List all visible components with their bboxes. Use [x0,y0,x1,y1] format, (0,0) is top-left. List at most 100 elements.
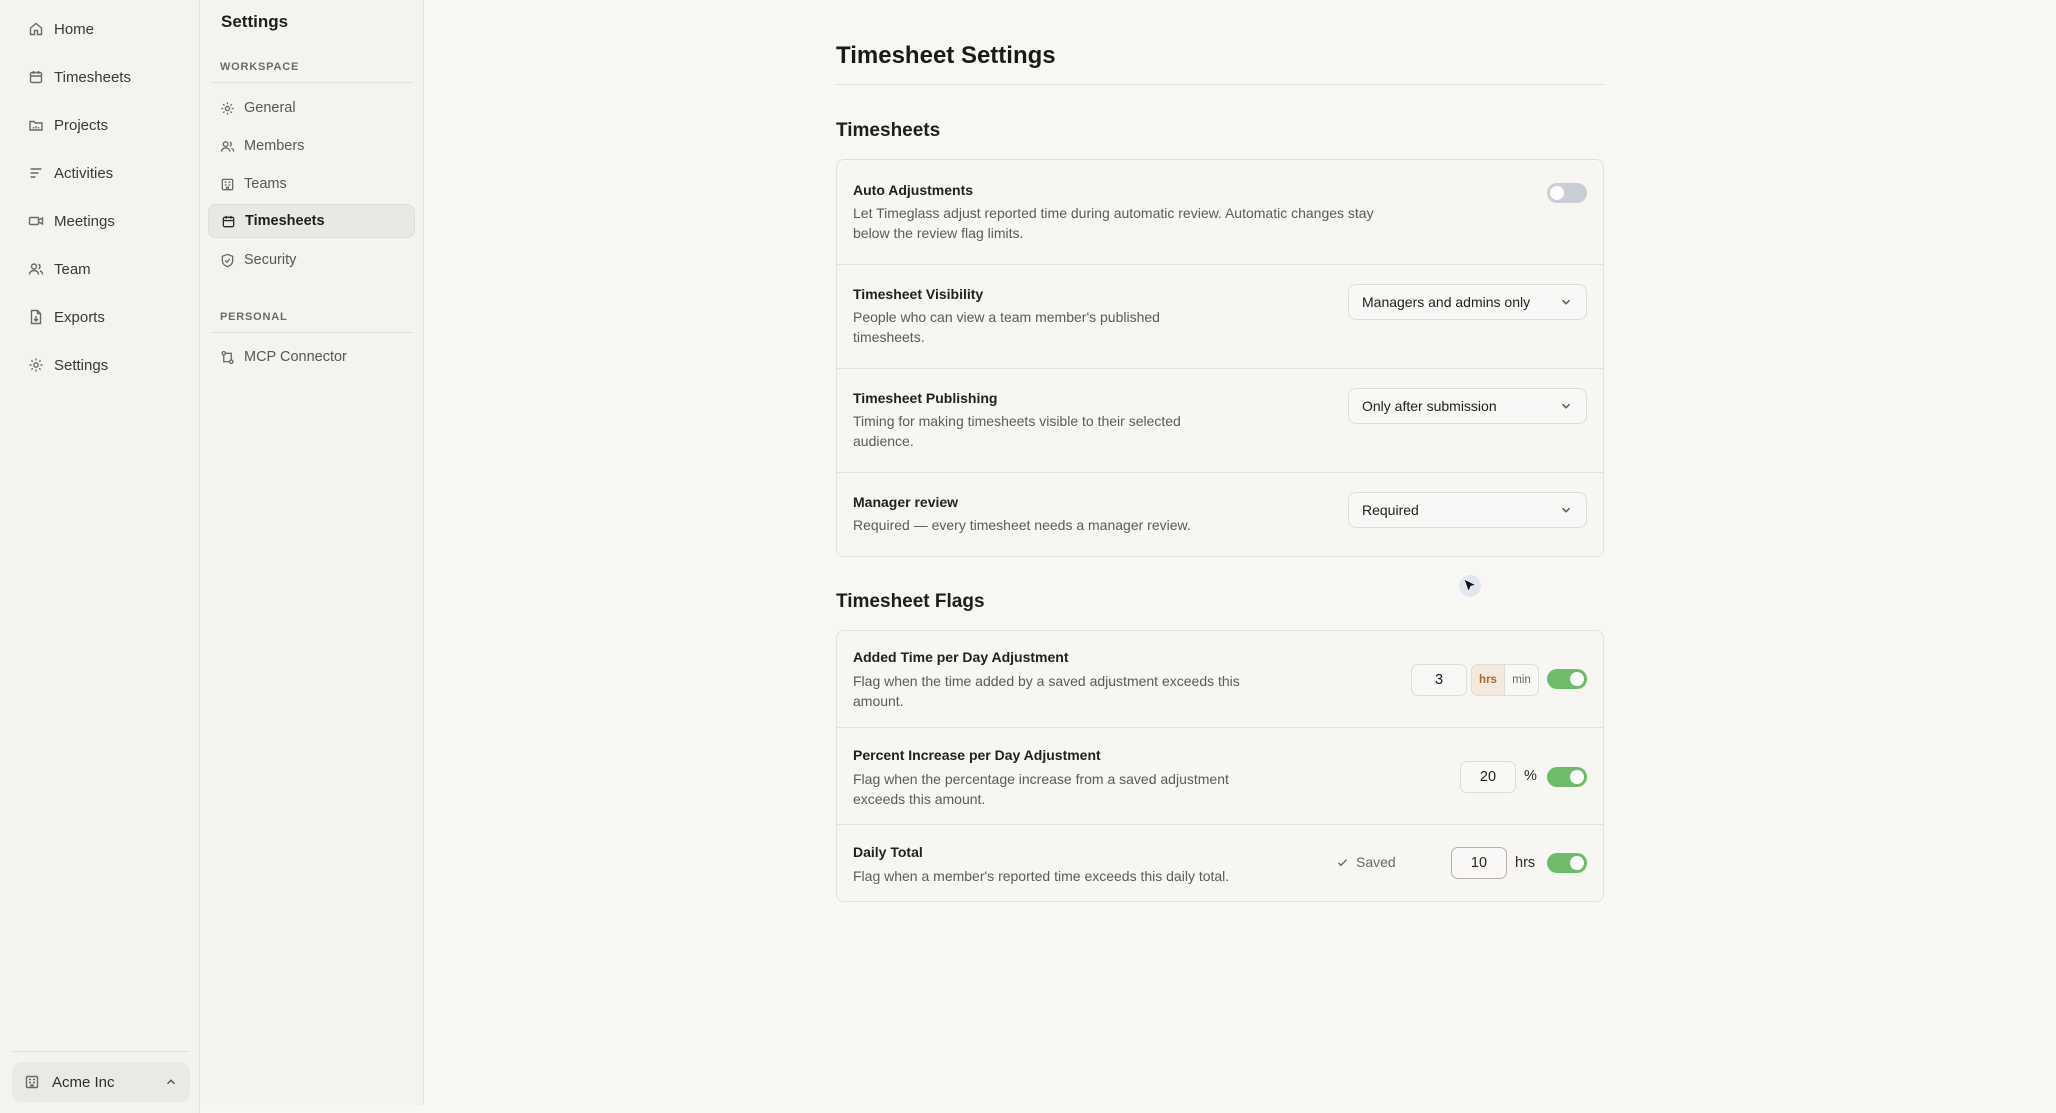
nav-item-team[interactable]: Team [16,252,190,286]
file-export-icon [30,309,42,325]
setting-description: Flag when the time added by a saved adju… [853,671,1240,711]
nav-item-label: Team [54,260,91,278]
settings-item-general[interactable]: General [208,91,415,125]
workspace-heading: WORKSPACE [220,61,300,73]
home-icon [29,22,43,36]
description-line: below the review flag limits. [853,225,1024,241]
select-value: Required [1362,502,1419,518]
settings-item-members[interactable]: Members [208,129,415,163]
publishing-select[interactable]: Only after submission [1348,388,1587,424]
setting-description: Required — every timesheet needs a manag… [853,517,1191,533]
flags-card: Added Time per Day Adjustment Flag when … [836,630,1604,902]
description-line: amount. [853,693,904,709]
percent-increase-toggle[interactable] [1547,767,1587,787]
chevron-up-icon [167,1079,175,1085]
setting-description: Flag when the percentage increase from a… [853,769,1229,809]
nav-item-label: Home [54,20,95,38]
settings-item-label: General [244,100,296,116]
personal-heading: PERSONAL [220,311,288,323]
flag-row-percent-increase: Percent Increase per Day Adjustment Flag… [837,727,1603,824]
saved-indicator: Saved [1336,854,1396,870]
nav-item-timesheets[interactable]: Timesheets [16,60,190,94]
daily-total-toggle[interactable] [1547,853,1587,873]
settings-item-timesheets[interactable]: Timesheets [208,204,415,238]
settings-item-label: MCP Connector [244,349,347,365]
select-value: Managers and admins only [1362,294,1531,310]
building-icon [25,1075,39,1089]
unit-min-option[interactable]: min [1505,665,1538,695]
org-switcher[interactable]: Acme Inc [12,1062,190,1102]
video-icon [28,216,44,226]
chevron-down-icon [1562,299,1570,305]
divider [836,84,1604,85]
section-title-timesheets: Timesheets [836,120,941,141]
visibility-select[interactable]: Managers and admins only [1348,284,1587,320]
timesheets-card: Auto Adjustments Let Timeglass adjust re… [836,159,1604,557]
nav-item-label: Activities [54,164,114,182]
settings-item-security[interactable]: Security [208,243,415,277]
nav-item-home[interactable]: Home [16,12,190,46]
nav-item-exports[interactable]: Exports [16,300,190,334]
setting-label: Daily Total [853,844,923,860]
setting-row-publishing: Timesheet Publishing Timing for making t… [837,368,1603,472]
setting-description: People who can view a team member's publ… [853,307,1160,347]
setting-label: Manager review [853,494,959,510]
nav-item-meetings[interactable]: Meetings [16,204,190,238]
select-value: Only after submission [1362,398,1497,414]
setting-label: Timesheet Publishing [853,390,998,406]
added-time-input[interactable]: 3 [1411,664,1467,696]
page-title: Timesheet Settings [836,42,1056,69]
settings-item-teams[interactable]: Teams [208,167,415,201]
calendar-icon [222,215,235,227]
settings-item-label: Timesheets [245,213,325,229]
folder-icon [29,120,43,131]
setting-row-visibility: Timesheet Visibility People who can view… [837,264,1603,368]
flag-row-added-time: Added Time per Day Adjustment Flag when … [837,631,1603,727]
chevron-down-icon [1562,507,1570,513]
divider [12,1051,190,1052]
hrs-unit: hrs [1515,855,1536,871]
settings-item-label: Members [244,138,305,154]
primary-sidebar: Home Timesheets Projects Activities Meet… [0,0,200,1113]
gear-icon [29,358,43,372]
settings-title: Settings [221,12,289,31]
setting-label: Added Time per Day Adjustment [853,649,1069,665]
daily-total-input[interactable]: 10 [1451,847,1507,879]
percent-unit: % [1524,768,1537,784]
description-line: exceeds this amount. [853,791,986,807]
mouse-cursor-icon [1459,575,1481,597]
auto-adjustments-toggle[interactable] [1547,183,1587,203]
gear-icon [221,101,234,115]
connector-icon [221,350,234,364]
calendar-icon [29,71,43,84]
setting-description: Timing for making timesheets visible to … [853,411,1181,451]
setting-row-manager-review: Manager review Required — every timeshee… [837,472,1603,556]
percent-increase-input[interactable]: 20 [1460,761,1516,793]
building-icon [221,178,234,190]
added-time-toggle[interactable] [1547,669,1587,689]
description-line: Timing for making timesheets visible to … [853,413,1181,429]
settings-sidebar [200,0,424,1105]
unit-hrs-option[interactable]: hrs [1472,665,1505,695]
nav-item-settings[interactable]: Settings [16,348,190,382]
users-icon [220,140,235,152]
nav-item-label: Exports [54,308,105,326]
description-line: Let Timeglass adjust reported time durin… [853,205,1374,221]
description-line: Flag when the time added by a saved adju… [853,673,1240,689]
toggle-knob [1570,770,1584,784]
settings-item-label: Teams [244,176,287,192]
description-line: People who can view a team member's publ… [853,309,1160,325]
toggle-knob [1570,672,1584,686]
setting-description: Flag when a member's reported time excee… [853,868,1230,884]
manager-review-select[interactable]: Required [1348,492,1587,528]
unit-toggle[interactable]: hrs min [1471,664,1539,696]
setting-label: Percent Increase per Day Adjustment [853,747,1101,763]
section-title-flags: Timesheet Flags [836,591,985,612]
settings-item-label: Security [244,252,297,268]
setting-label: Auto Adjustments [853,182,974,198]
nav-item-activities[interactable]: Activities [16,156,190,190]
setting-label: Timesheet Visibility [853,286,984,302]
settings-item-mcp-connector[interactable]: MCP Connector [208,340,415,374]
description-line: Flag when the percentage increase from a… [853,771,1229,787]
nav-item-projects[interactable]: Projects [16,108,190,142]
